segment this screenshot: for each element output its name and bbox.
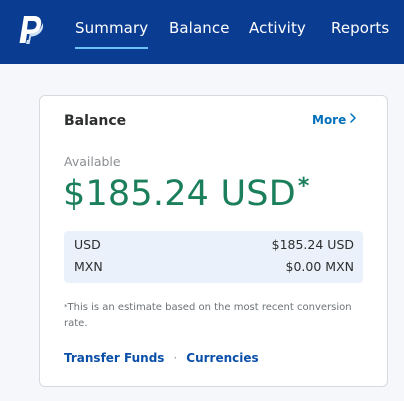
currency-breakdown: USD $185.24 USD MXN $0.00 MXN xyxy=(64,231,363,283)
nav-tab-activity[interactable]: Activity xyxy=(249,19,306,37)
currency-code: MXN xyxy=(74,259,103,274)
currency-row: USD $185.24 USD xyxy=(74,237,354,257)
nav-tab-reports[interactable]: Reports xyxy=(331,19,389,37)
disclaimer-asterisk: * xyxy=(64,303,68,311)
card-actions: Transfer Funds · Currencies xyxy=(64,351,259,365)
available-label: Available xyxy=(64,154,121,169)
link-separator: · xyxy=(173,351,178,365)
chevron-right-icon[interactable] xyxy=(349,112,357,124)
top-navigation-bar: Summary Balance Activity Reports xyxy=(0,0,404,64)
estimate-asterisk: * xyxy=(297,174,310,199)
balance-amount-value: $185.24 USD xyxy=(63,174,296,214)
nav-tab-summary[interactable]: Summary xyxy=(75,19,149,49)
currency-value: $0.00 MXN xyxy=(285,259,354,274)
card-title: Balance xyxy=(64,113,127,129)
currency-row: MXN $0.00 MXN xyxy=(74,259,354,279)
balance-card: Balance More Available $185.24 USD* USD … xyxy=(39,95,388,387)
conversion-disclaimer: *This is an estimate based on the most r… xyxy=(64,300,354,332)
transfer-funds-link[interactable]: Transfer Funds xyxy=(64,351,164,365)
currency-value: $185.24 USD xyxy=(271,237,354,252)
nav-tab-balance[interactable]: Balance xyxy=(169,19,230,37)
currencies-link[interactable]: Currencies xyxy=(186,351,258,365)
more-link[interactable]: More xyxy=(312,113,346,127)
currency-code: USD xyxy=(74,237,101,252)
disclaimer-text: This is an estimate based on the most re… xyxy=(64,302,352,329)
main-nav: Summary Balance Activity Reports xyxy=(0,0,404,64)
available-balance-amount: $185.24 USD* xyxy=(63,174,310,214)
